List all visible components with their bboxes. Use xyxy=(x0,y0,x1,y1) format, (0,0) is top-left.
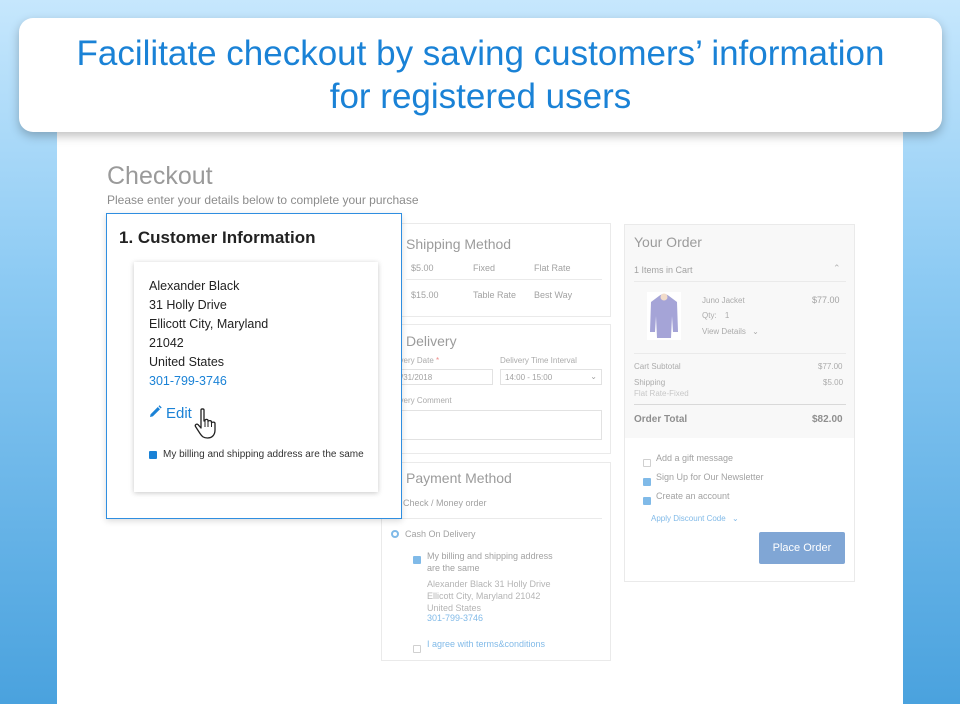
gift-checkbox[interactable] xyxy=(643,454,651,472)
delivery-date-label: livery Date * xyxy=(396,356,439,365)
discount-link[interactable]: Apply Discount Code ⌄ xyxy=(651,514,739,523)
delivery-interval-select[interactable]: 14:00 - 15:00 ⌄ xyxy=(500,369,602,385)
page-subtitle: Please enter your details below to compl… xyxy=(107,193,419,207)
product-name[interactable]: Juno Jacket xyxy=(702,296,745,305)
order-summary-panel: Your Order 1 Items in Cart ⌃ Juno Jacket… xyxy=(624,224,855,582)
newsletter-label: Sign Up for Our Newsletter xyxy=(656,472,764,482)
gift-label: Add a gift message xyxy=(656,453,734,463)
customer-city: Ellicott City, Maryland xyxy=(149,317,269,331)
subtotal-value: $77.00 xyxy=(818,362,843,371)
shipping-method-panel: Shipping Method $5.00 Fixed Flat Rate $1… xyxy=(381,223,611,317)
payment-option-cod[interactable]: Cash On Delivery xyxy=(405,529,476,539)
customer-information-panel: 1. Customer Information Alexander Black … xyxy=(106,213,402,519)
edit-label: Edit xyxy=(166,405,192,422)
payment-method-panel: Payment Method Check / Money order Cash … xyxy=(381,462,611,661)
customer-country: United States xyxy=(149,355,225,369)
order-total-value: $82.00 xyxy=(812,414,843,425)
checkbox-checked-icon[interactable] xyxy=(149,450,157,459)
divider xyxy=(406,279,602,280)
shipping-label: Shipping xyxy=(634,378,666,387)
shipping-carrier-2[interactable]: Best Way xyxy=(534,290,572,300)
pencil-icon xyxy=(149,405,162,422)
newsletter-checkbox[interactable] xyxy=(643,473,651,491)
payment-address-2: Ellicott City, Maryland 21042 xyxy=(427,591,541,601)
shipping-price-1[interactable]: $5.00 xyxy=(411,263,434,273)
payment-option-check[interactable]: Check / Money order xyxy=(403,498,487,508)
same-address-label: My billing and shipping address are the … xyxy=(163,449,364,460)
customer-phone: 301-799-3746 xyxy=(149,374,227,388)
chevron-up-icon[interactable]: ⌃ xyxy=(833,263,841,274)
customer-information-title: 1. Customer Information xyxy=(119,228,316,247)
divider xyxy=(634,404,846,405)
customer-name: Alexander Black xyxy=(149,279,240,293)
shipping-method-2[interactable]: Table Rate xyxy=(473,290,516,300)
place-order-button[interactable]: Place Order xyxy=(759,532,845,564)
headline-banner: Facilitate checkout by saving customers’… xyxy=(19,18,942,132)
divider xyxy=(634,281,846,282)
chevron-down-icon: ⌄ xyxy=(752,327,759,336)
checkbox-checked-icon[interactable] xyxy=(413,555,421,564)
edit-address-button[interactable]: Edit xyxy=(149,405,192,422)
shipping-carrier-1[interactable]: Flat Rate xyxy=(534,263,571,273)
delivery-comment-textarea[interactable] xyxy=(396,410,602,440)
same-address-checkbox[interactable]: My billing and shipping address are the … xyxy=(149,449,364,460)
delivery-interval-label: Delivery Time Interval xyxy=(500,356,577,365)
terms-checkbox[interactable] xyxy=(413,640,421,658)
checkbox-empty-icon[interactable] xyxy=(413,644,421,653)
customer-zip: 21042 xyxy=(149,336,184,350)
delivery-interval-value: 14:00 - 15:00 xyxy=(505,373,553,382)
payment-same-line-1: My billing and shipping address xyxy=(427,551,553,561)
order-title: Your Order xyxy=(634,234,702,250)
delivery-panel: Delivery livery Date * /31/2018 Delivery… xyxy=(381,324,611,454)
qty-value: 1 xyxy=(724,311,730,320)
view-details[interactable]: View Details ⌄ xyxy=(702,327,759,336)
radio-selected-icon[interactable] xyxy=(391,530,399,538)
order-total-label: Order Total xyxy=(634,414,688,425)
discount-label: Apply Discount Code xyxy=(651,514,726,523)
saved-address-card: Alexander Black 31 Holly Drive Ellicott … xyxy=(134,262,378,492)
divider xyxy=(634,353,846,354)
checkbox-empty-icon[interactable] xyxy=(643,458,651,467)
shipping-value: $5.00 xyxy=(823,378,844,387)
headline-line-2: for registered users xyxy=(329,77,632,116)
payment-phone: 301-799-3746 xyxy=(427,613,484,623)
delivery-comment-label: livery Comment xyxy=(396,396,452,405)
shipping-method-name: Flat Rate-Fixed xyxy=(634,389,689,398)
payment-same-line-2: are the same xyxy=(427,563,480,573)
account-label: Create an account xyxy=(656,491,730,501)
divider xyxy=(396,518,602,519)
shipping-method-1[interactable]: Fixed xyxy=(473,263,495,273)
items-count[interactable]: 1 Items in Cart xyxy=(634,265,693,275)
headline-text: Facilitate checkout by saving customers’… xyxy=(51,32,911,118)
headline-line-1: Facilitate checkout by saving customers’… xyxy=(76,34,885,73)
chevron-down-icon: ⌄ xyxy=(590,372,597,381)
chevron-down-icon: ⌄ xyxy=(731,514,739,523)
page-title: Checkout xyxy=(107,162,213,190)
delivery-title: Delivery xyxy=(406,333,457,349)
account-checkbox[interactable] xyxy=(643,492,651,510)
shipping-price-2[interactable]: $15.00 xyxy=(411,290,439,300)
shipping-method-title: Shipping Method xyxy=(406,236,512,252)
required-mark: * xyxy=(436,356,440,365)
terms-link[interactable]: I agree with terms&conditions xyxy=(427,639,545,649)
payment-address-3: United States xyxy=(427,603,482,613)
product-image xyxy=(647,292,681,340)
payment-same-address[interactable] xyxy=(413,551,421,569)
delivery-date-input[interactable]: /31/2018 xyxy=(396,369,493,385)
payment-address-1: Alexander Black 31 Holly Drive xyxy=(427,579,551,589)
checkbox-checked-icon[interactable] xyxy=(643,496,651,505)
subtotal-label: Cart Subtotal xyxy=(634,362,681,371)
hand-pointer-icon xyxy=(193,408,221,445)
product-qty: Qty: 1 xyxy=(702,311,729,320)
view-details-label: View Details xyxy=(702,327,746,336)
customer-street: 31 Holly Drive xyxy=(149,298,227,312)
checkbox-checked-icon[interactable] xyxy=(643,477,651,486)
product-price: $77.00 xyxy=(812,295,840,305)
qty-label: Qty: xyxy=(702,311,717,320)
payment-method-title: Payment Method xyxy=(406,470,512,486)
